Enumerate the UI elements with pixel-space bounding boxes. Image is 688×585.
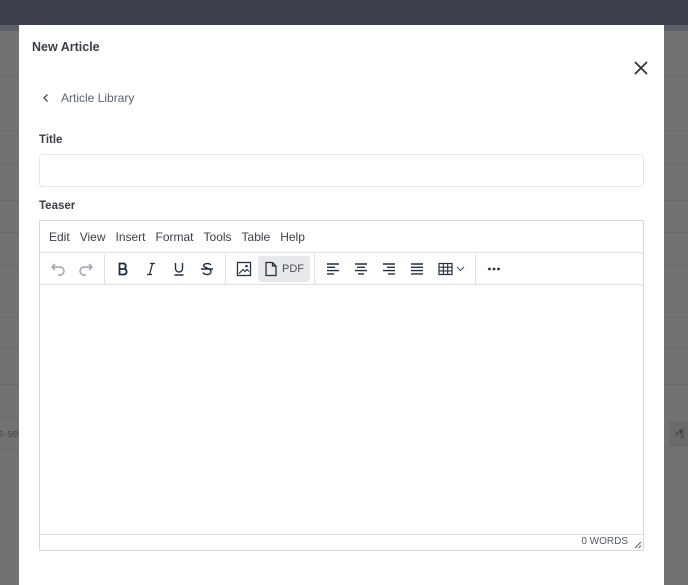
image-icon xyxy=(236,261,252,277)
more-group xyxy=(476,254,512,284)
menu-help[interactable]: Help xyxy=(275,226,310,248)
background-divider xyxy=(0,317,19,318)
app-top-bar xyxy=(0,0,688,25)
insert-group: PDF xyxy=(226,254,315,284)
alignment-group xyxy=(315,254,476,284)
redo-button[interactable] xyxy=(72,256,100,282)
background-divider xyxy=(0,384,19,385)
background-divider xyxy=(0,449,19,450)
bold-button[interactable] xyxy=(109,256,137,282)
align-center-button[interactable] xyxy=(347,256,375,282)
menu-table[interactable]: Table xyxy=(237,226,276,248)
underline-button[interactable] xyxy=(165,256,193,282)
word-count: 0 WORDS xyxy=(581,536,628,547)
background-divider xyxy=(0,130,19,131)
editor-toolbar: PDF xyxy=(40,254,643,285)
align-center-icon xyxy=(355,263,367,275)
background-divider xyxy=(664,348,688,349)
background-text: s-se xyxy=(0,428,19,440)
background-divider xyxy=(0,163,19,164)
italic-button[interactable] xyxy=(137,256,165,282)
breadcrumb-label: Article Library xyxy=(61,91,135,105)
background-divider xyxy=(664,75,688,76)
insert-pdf-button[interactable]: PDF xyxy=(258,256,310,282)
insert-image-button[interactable] xyxy=(230,256,258,282)
teaser-label: Teaser xyxy=(39,200,76,212)
background-divider xyxy=(0,417,19,418)
chevron-down-icon xyxy=(456,266,464,272)
chevron-left-icon xyxy=(43,94,48,102)
strikethrough-icon xyxy=(201,262,213,276)
align-left-icon xyxy=(327,263,339,275)
document-icon xyxy=(265,261,277,277)
menu-tools[interactable]: Tools xyxy=(199,226,237,248)
underline-icon xyxy=(174,263,184,276)
menu-edit[interactable]: Edit xyxy=(44,226,75,248)
close-icon xyxy=(634,61,648,75)
background-divider xyxy=(0,232,19,233)
background-divider xyxy=(664,232,688,233)
menu-view[interactable]: View xyxy=(75,226,111,248)
background-divider xyxy=(0,200,19,201)
editor-menubar: Edit View Insert Format Tools Table Help xyxy=(40,221,643,253)
strikethrough-button[interactable] xyxy=(193,256,221,282)
more-icon xyxy=(488,267,500,271)
pdf-label: PDF xyxy=(282,263,304,275)
background-divider xyxy=(664,130,688,131)
background-divider xyxy=(0,75,19,76)
background-divider xyxy=(664,163,688,164)
italic-icon xyxy=(147,262,155,276)
table-icon xyxy=(437,262,453,276)
title-label: Title xyxy=(39,134,63,146)
menu-insert[interactable]: Insert xyxy=(110,226,150,248)
menu-format[interactable]: Format xyxy=(151,226,199,248)
background-divider xyxy=(664,200,688,201)
background-divider xyxy=(664,317,688,318)
justify-icon xyxy=(411,263,423,275)
bold-icon xyxy=(118,262,128,276)
background-divider xyxy=(664,265,688,266)
close-button[interactable] xyxy=(632,59,650,77)
editor-statusbar: 0 WORDS xyxy=(40,534,643,550)
breadcrumb-back-link[interactable]: Article Library xyxy=(41,91,134,105)
undo-icon xyxy=(51,263,65,276)
formatting-group xyxy=(105,254,226,284)
new-article-modal: New Article Article Library Title Teaser… xyxy=(19,25,664,585)
justify-button[interactable] xyxy=(403,256,431,282)
background-divider xyxy=(0,348,19,349)
editor-content-area[interactable] xyxy=(40,285,643,535)
background-divider xyxy=(0,265,19,266)
undo-button[interactable] xyxy=(44,256,72,282)
title-input[interactable] xyxy=(39,154,644,187)
align-right-icon xyxy=(383,263,395,275)
resize-handle-icon[interactable] xyxy=(632,539,642,549)
background-button: ›¶ xyxy=(669,421,688,447)
redo-icon xyxy=(79,263,93,276)
background-divider xyxy=(664,384,688,385)
align-right-button[interactable] xyxy=(375,256,403,282)
history-group xyxy=(40,254,105,284)
more-button[interactable] xyxy=(480,256,508,282)
modal-title: New Article xyxy=(32,40,100,54)
teaser-editor: Edit View Insert Format Tools Table Help xyxy=(39,220,644,551)
table-dropdown-button[interactable] xyxy=(431,256,471,282)
align-left-button[interactable] xyxy=(319,256,347,282)
